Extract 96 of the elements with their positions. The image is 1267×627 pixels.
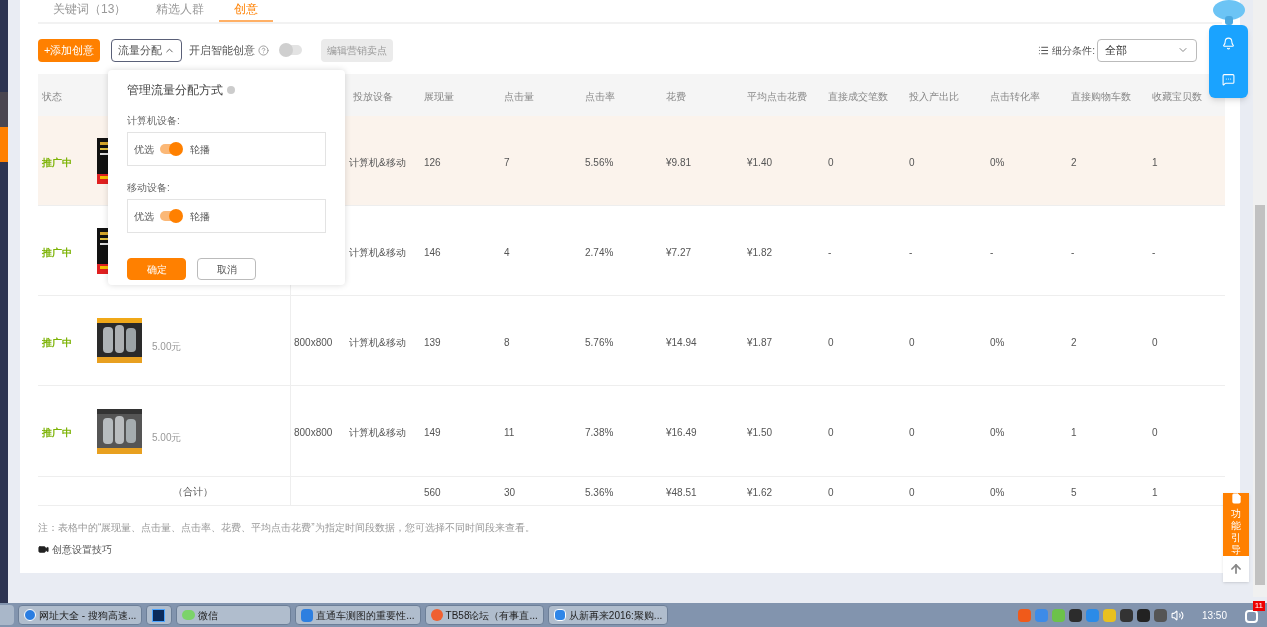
table-cell: ¥9.81 bbox=[666, 156, 692, 168]
table-cell: 30 bbox=[504, 487, 516, 498]
table-cell: - bbox=[828, 246, 832, 258]
table-cell: - bbox=[909, 246, 913, 258]
option-label: 轮播 bbox=[190, 209, 210, 224]
taskbar-button[interactable]: 微信 bbox=[176, 605, 292, 625]
table-cell: 7.38% bbox=[585, 427, 614, 438]
status-text: 推广中 bbox=[42, 427, 72, 438]
table-cell: 计算机&移动 bbox=[349, 246, 406, 258]
table-cell: ¥1.87 bbox=[747, 336, 773, 348]
table-cell: 0 bbox=[828, 156, 834, 168]
taskbar-button[interactable]: 直通车测图的重要性... bbox=[295, 605, 421, 625]
price-text: 5.00元 bbox=[152, 430, 182, 445]
table-cell: 0% bbox=[990, 427, 1005, 438]
table-cell: 4 bbox=[504, 246, 510, 258]
table-cell: 1 bbox=[1152, 156, 1158, 168]
traffic-allocation-button[interactable]: 流量分配 bbox=[111, 38, 183, 62]
table-cell: 0 bbox=[1152, 427, 1158, 438]
option-label: 优选 bbox=[134, 142, 154, 157]
table-cell: ¥48.51 bbox=[666, 487, 697, 498]
table-cell: 800x800 bbox=[294, 427, 333, 438]
table-cell: 计算机&移动 bbox=[349, 427, 406, 438]
table-cell: 1 bbox=[1152, 487, 1158, 498]
column-header: 直接购物车数 bbox=[1071, 91, 1131, 102]
device-label: 移动设备: bbox=[127, 181, 171, 195]
taskbar-button[interactable]: 从新再来2016:聚购... bbox=[547, 605, 669, 625]
option-label: 优选 bbox=[134, 209, 154, 224]
popover-title: 管理流量分配方式 bbox=[127, 82, 223, 99]
filter-select[interactable]: 全部 bbox=[1097, 38, 1197, 62]
table-cell: 149 bbox=[424, 427, 441, 438]
table-cell: - bbox=[1152, 246, 1156, 258]
table-cell: 0 bbox=[909, 487, 915, 498]
table-cell: ¥1.82 bbox=[747, 246, 773, 258]
column-header: 点击转化率 bbox=[990, 91, 1040, 102]
total-label: （合计） bbox=[173, 484, 213, 499]
table-cell: 0% bbox=[990, 487, 1005, 498]
column-header: 收藏宝贝数 bbox=[1152, 91, 1202, 102]
table-cell: 2 bbox=[1071, 156, 1077, 168]
table-cell: 5.56% bbox=[585, 156, 614, 168]
column-header: 展现量 bbox=[424, 91, 454, 102]
status-text: 推广中 bbox=[42, 156, 72, 168]
table-cell: 计算机&移动 bbox=[349, 336, 406, 348]
column-header: 点击率 bbox=[585, 91, 615, 102]
table-cell: 0 bbox=[828, 427, 834, 438]
table-cell: 560 bbox=[424, 487, 441, 498]
table-cell: 0 bbox=[909, 336, 915, 348]
note-text: 注：表格中的“展现量、点击量、点击率、花费、平均点击花费”为指定时间段数据，您可选择不同时间段来查看。 bbox=[38, 521, 536, 535]
table-cell: 2.74% bbox=[585, 246, 614, 258]
column-header: 投放设备 bbox=[353, 91, 393, 102]
table-cell: 0 bbox=[1152, 336, 1158, 348]
table-cell: - bbox=[990, 246, 994, 258]
table-cell: ¥1.62 bbox=[747, 487, 773, 498]
table-cell: 800x800 bbox=[294, 336, 333, 348]
status-text: 推广中 bbox=[42, 336, 72, 348]
table-cell: 5.36% bbox=[585, 487, 614, 498]
table-cell: 11 bbox=[504, 427, 515, 438]
table-cell: 1 bbox=[1071, 427, 1077, 438]
column-header: 点击量 bbox=[504, 91, 534, 102]
filter-label: 细分条件: bbox=[1052, 43, 1095, 58]
table-cell: 计算机&移动 bbox=[349, 156, 406, 168]
table-cell: 146 bbox=[424, 246, 441, 258]
status-text: 推广中 bbox=[42, 246, 72, 258]
column-header: 投入产出比 bbox=[909, 91, 959, 102]
table-cell: 5.76% bbox=[585, 336, 614, 348]
device-label: 计算机设备: bbox=[127, 114, 181, 128]
table-cell: 8 bbox=[504, 336, 510, 348]
tips-link[interactable]: 创意设置技巧 bbox=[52, 542, 112, 557]
table-cell: ¥16.49 bbox=[666, 427, 697, 438]
cancel-button[interactable]: 取消 bbox=[197, 258, 256, 280]
clock: 13:50 bbox=[1201, 608, 1227, 623]
column-header: 平均点击花费 bbox=[747, 91, 807, 102]
table-cell: 0 bbox=[828, 336, 834, 348]
table-cell: ¥7.27 bbox=[666, 246, 692, 258]
table-cell: 0 bbox=[909, 156, 915, 168]
notification-badge: 11 bbox=[1252, 601, 1265, 611]
table-cell: - bbox=[1071, 246, 1075, 258]
table-cell: 0 bbox=[909, 427, 915, 438]
table-cell: 0 bbox=[828, 487, 834, 498]
table-cell: ¥14.94 bbox=[666, 336, 697, 348]
table-cell: 7 bbox=[504, 156, 510, 168]
column-header: 直接成交笔数 bbox=[828, 91, 888, 102]
taskbar-button[interactable]: TB58论坛（有事直... bbox=[424, 605, 544, 625]
table-cell: 5 bbox=[1071, 487, 1077, 498]
price-text: 5.00元 bbox=[152, 340, 182, 354]
column-header: 状态 bbox=[42, 91, 62, 102]
option-label: 轮播 bbox=[190, 142, 210, 157]
table-cell: 126 bbox=[424, 156, 441, 168]
table-cell: 139 bbox=[424, 336, 441, 348]
smart-creative-label: 开启智能创意 bbox=[189, 42, 256, 58]
table-cell: 0% bbox=[990, 336, 1005, 348]
table-cell: 2 bbox=[1071, 336, 1077, 348]
taskbar-button[interactable]: 网址大全 - 搜狗高速... bbox=[18, 605, 143, 625]
table-cell: 0% bbox=[990, 156, 1005, 168]
table-cell: ¥1.50 bbox=[747, 427, 773, 438]
column-header: 花费 bbox=[666, 91, 686, 102]
table-cell: ¥1.40 bbox=[747, 156, 773, 168]
